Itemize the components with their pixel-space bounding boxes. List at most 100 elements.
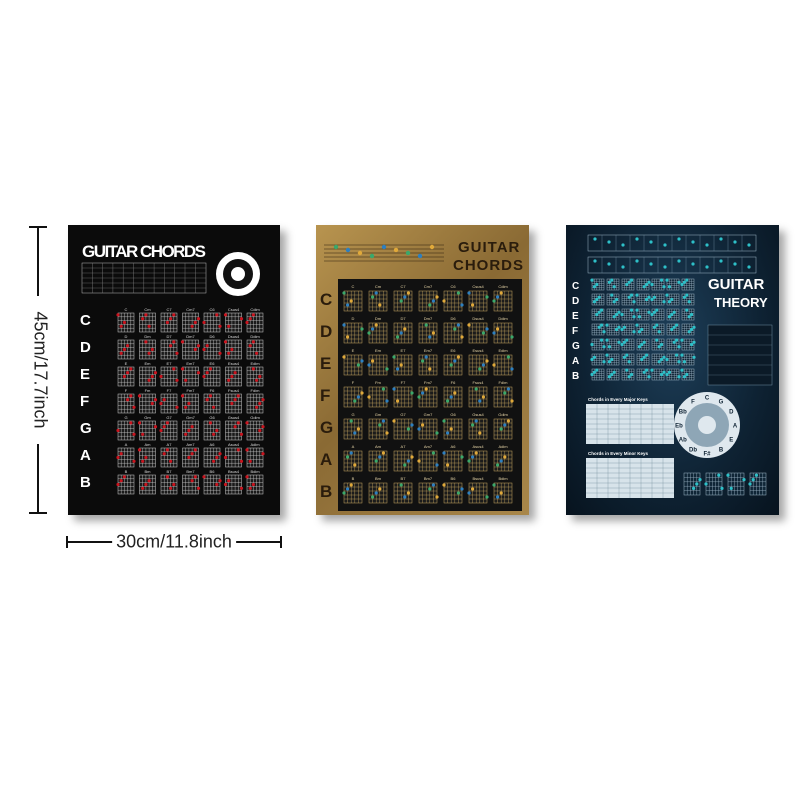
key-label-F: F <box>320 386 330 405</box>
finger-dot <box>421 423 425 427</box>
finger-dot <box>650 282 654 287</box>
fretboard-note <box>691 262 695 266</box>
finger-dot <box>460 335 464 339</box>
finger-dot <box>129 394 133 398</box>
chord-name: Fm7 <box>424 380 433 385</box>
poster-3-title-line2: THEORY <box>714 295 768 310</box>
circle-note: F <box>691 399 695 405</box>
circle-note: D <box>729 410 734 416</box>
chord-name: Fsus4 <box>228 388 240 393</box>
finger-dot <box>630 372 634 377</box>
chord-name: A7 <box>401 444 407 449</box>
height-label: 45cm/17.7inch <box>30 311 51 429</box>
finger-dot <box>399 299 403 303</box>
finger-dot <box>635 323 639 327</box>
finger-dot <box>212 459 216 463</box>
chord-name: G6 <box>450 412 456 417</box>
chord-name: E <box>125 361 128 366</box>
finger-dot <box>510 399 514 403</box>
chord-diagram <box>727 472 745 496</box>
finger-dot <box>150 401 154 406</box>
finger-dot <box>119 452 123 456</box>
finger-dot <box>230 401 234 406</box>
key-label-E: E <box>80 366 90 383</box>
finger-dot <box>602 330 606 334</box>
finger-dot <box>169 344 173 348</box>
chord-name: Cdim <box>498 284 508 289</box>
key-label-C: C <box>572 281 579 292</box>
finger-dot <box>435 431 439 435</box>
chord-name: Fm <box>145 388 151 393</box>
finger-dot <box>435 495 439 499</box>
fretboard-note <box>593 259 597 263</box>
finger-dot <box>442 419 446 423</box>
finger-dot <box>607 375 611 379</box>
chord-name: Dm7 <box>186 334 195 339</box>
fretboard-note <box>621 243 625 247</box>
chord-name: Ddim <box>250 334 260 339</box>
chord-diagram <box>418 354 438 376</box>
finger-dot <box>360 359 364 363</box>
finger-dot <box>374 323 378 327</box>
finger-dot <box>677 375 681 379</box>
finger-dot <box>481 331 485 335</box>
finger-dot <box>677 280 681 284</box>
finger-dot <box>116 482 120 487</box>
finger-dot <box>172 340 176 344</box>
key-label-F: F <box>572 326 578 337</box>
finger-dot <box>251 313 255 317</box>
finger-dot <box>499 459 503 463</box>
key-label-D: D <box>320 322 332 341</box>
finger-dot <box>218 479 222 483</box>
finger-dot <box>637 345 641 349</box>
finger-dot <box>212 432 216 436</box>
key-label-B: B <box>572 371 579 382</box>
chord-name: Cm7 <box>424 284 433 289</box>
finger-dot <box>647 295 651 299</box>
key-label-A: A <box>80 447 91 464</box>
finger-dot <box>248 317 252 321</box>
finger-dot <box>435 295 439 299</box>
finger-dot <box>119 351 123 355</box>
finger-dot <box>230 347 234 352</box>
poster-3-artwork: GUITARTHEORYCDEFGABChords in Every Major… <box>572 234 773 498</box>
finger-dot <box>471 303 475 307</box>
finger-dot <box>190 479 194 483</box>
fretboard-note <box>719 259 723 263</box>
finger-dot <box>492 331 496 335</box>
finger-dot <box>600 308 604 312</box>
finger-dot <box>175 405 179 409</box>
finger-dot <box>595 297 599 302</box>
chord-diagram <box>160 420 178 441</box>
chord-diagram <box>368 322 388 344</box>
finger-dot <box>590 372 594 377</box>
finger-dot <box>496 495 500 499</box>
finger-dot <box>223 340 228 344</box>
finger-dot <box>610 357 614 362</box>
finger-dot <box>175 351 179 355</box>
chord-name: B7 <box>401 476 407 481</box>
chord-diagram <box>666 278 680 291</box>
chord-name: B7 <box>167 469 173 474</box>
finger-dot <box>675 338 679 342</box>
circle-of-fifths-center <box>698 416 716 434</box>
fretboard-note <box>649 262 653 266</box>
finger-dot <box>162 425 166 429</box>
chord-diagram <box>160 447 178 468</box>
chord-name: Cm <box>144 307 151 312</box>
finger-dot <box>119 324 123 328</box>
finger-dot <box>165 475 169 479</box>
section-minor-keys: Chords in Every Minor Keys <box>588 451 649 456</box>
finger-dot <box>424 323 428 327</box>
finger-dot <box>122 347 126 352</box>
poster-3-title-line1: GUITAR <box>708 276 765 293</box>
finger-dot <box>215 482 219 487</box>
finger-dot <box>446 431 450 435</box>
chord-diagram <box>468 482 488 504</box>
circle-note: G <box>719 399 724 405</box>
finger-dot <box>597 325 601 329</box>
finger-dot <box>218 324 222 328</box>
finger-dot <box>202 475 206 479</box>
finger-dot <box>261 452 265 456</box>
finger-dot <box>381 451 385 455</box>
